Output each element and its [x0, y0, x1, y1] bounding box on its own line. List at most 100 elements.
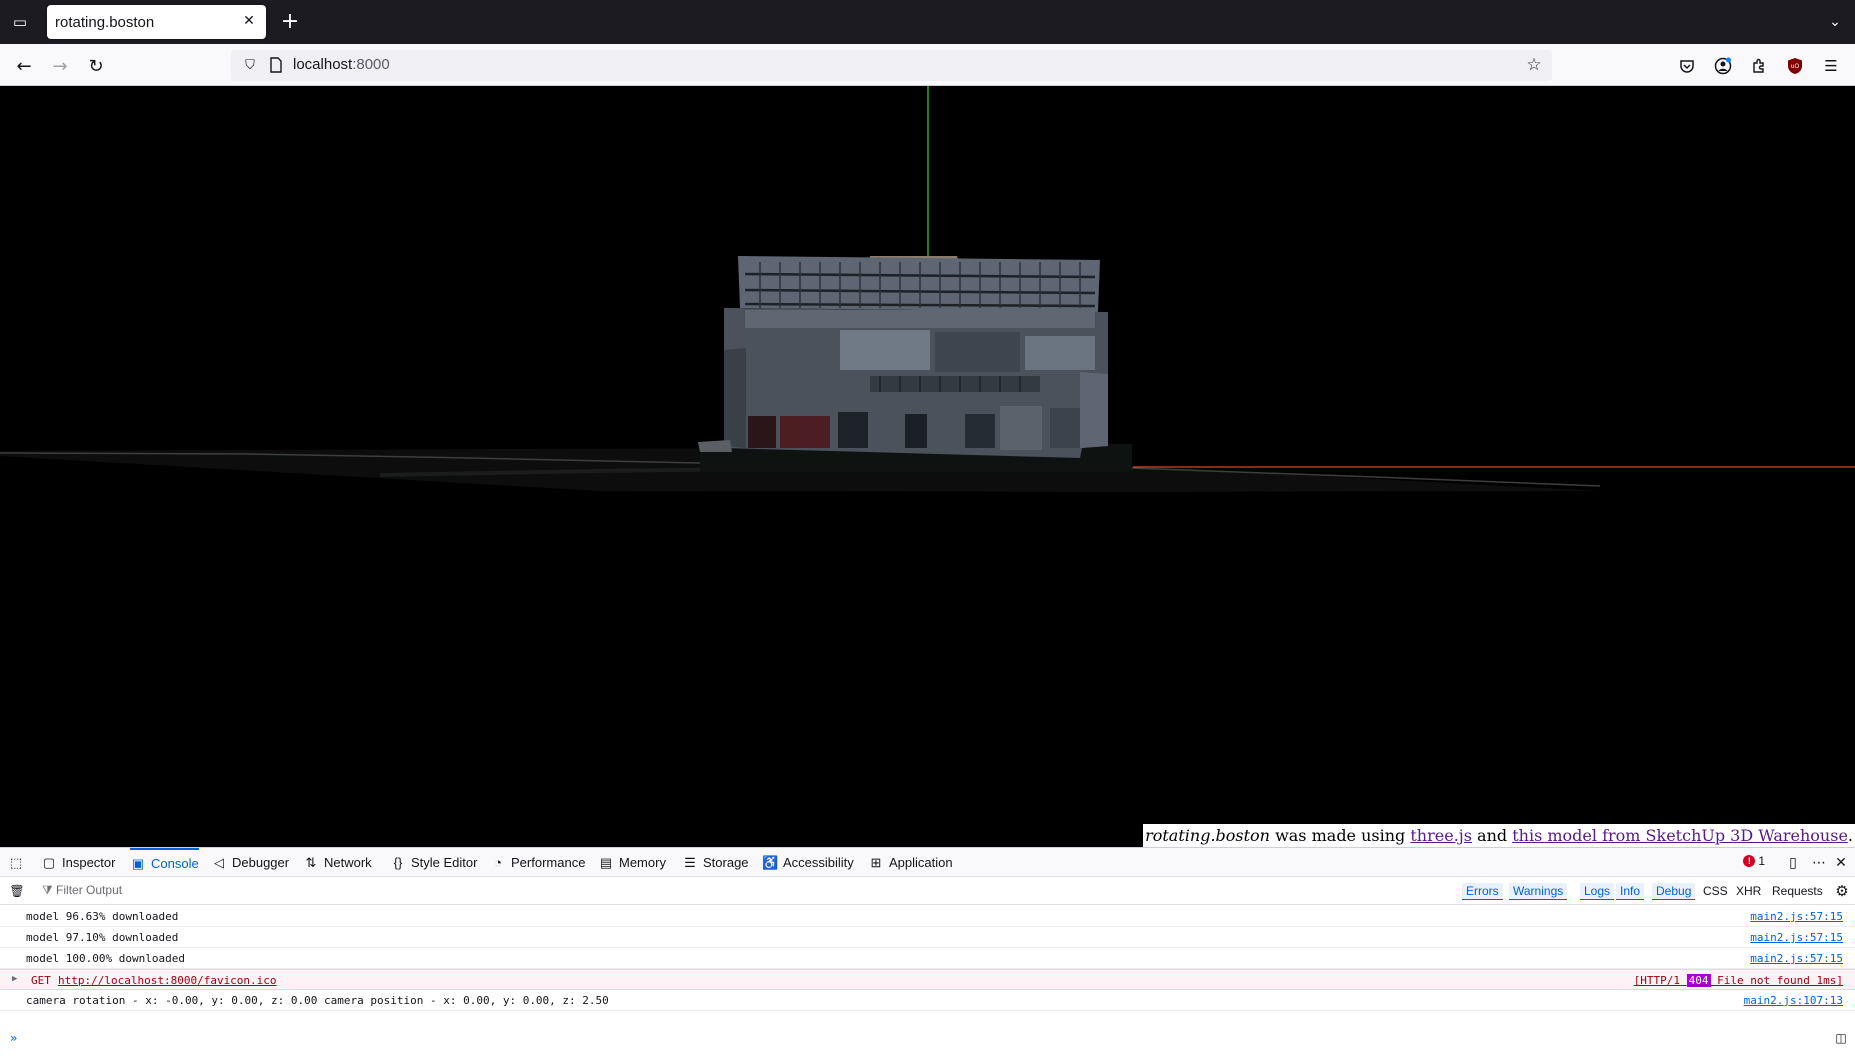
- console-input[interactable]: »: [10, 1031, 17, 1045]
- sketchup-model-link[interactable]: this model from SketchUp 3D Warehouse: [1512, 826, 1848, 845]
- message-text: model 100.00% downloaded: [26, 952, 185, 965]
- message-source-link[interactable]: main2.js:57:15: [1750, 952, 1843, 965]
- credit-text-and: and: [1471, 826, 1513, 845]
- message-text: model 96.63% downloaded: [26, 910, 179, 923]
- message-source-link[interactable]: main2.js:57:15: [1750, 910, 1843, 923]
- threejs-link[interactable]: three.js: [1410, 826, 1472, 845]
- menu-icon[interactable]: ☰: [1819, 54, 1843, 78]
- tab-label: Style Editor: [411, 855, 478, 870]
- firefox-view-icon[interactable]: ▭: [8, 10, 32, 34]
- reload-icon[interactable]: ↻: [83, 53, 109, 79]
- navigation-toolbar: ← → ↻ ⛉ localhost:8000 ☆ uO ☰: [0, 44, 1855, 86]
- inspector-icon: ▢: [42, 854, 56, 870]
- tab-label: Memory: [619, 855, 666, 870]
- tab-label: Performance: [511, 855, 586, 870]
- list-all-tabs-icon[interactable]: ⌄: [1825, 12, 1845, 32]
- filter-warnings[interactable]: Warnings: [1509, 883, 1568, 900]
- console-icon: ▣: [131, 855, 145, 871]
- credit-site-name: rotating.boston: [1145, 826, 1270, 845]
- console-message: model 96.63% downloaded main2.js:57:15: [0, 906, 1855, 927]
- credit-footer: rotating.boston was made using three.js …: [1143, 824, 1855, 847]
- devtools-toolbar: ⬚ ▢ Inspector ▣ Console ◁ Debugger ⇅ Network…: [0, 848, 1855, 877]
- svg-text:uO: uO: [1791, 63, 1800, 70]
- console-message: camera rotation - x: -0.00, y: 0.00, z: …: [0, 990, 1855, 1011]
- back-icon[interactable]: ←: [11, 53, 37, 79]
- tab-label: Console: [151, 856, 199, 871]
- status-prefix: [HTTP/1: [1633, 974, 1681, 987]
- tab-network[interactable]: ⇅ Network: [303, 848, 372, 877]
- page-info-icon[interactable]: [267, 56, 285, 74]
- filter-xhr[interactable]: XHR: [1736, 884, 1761, 898]
- console-message: model 100.00% downloaded main2.js:57:15: [0, 948, 1855, 969]
- tab-memory[interactable]: ▤ Memory: [598, 848, 666, 877]
- filter-errors[interactable]: Errors: [1462, 883, 1503, 900]
- url-text[interactable]: localhost:8000: [293, 56, 390, 73]
- clear-console-icon[interactable]: 🗑: [9, 883, 25, 899]
- filter-css[interactable]: CSS: [1703, 884, 1728, 898]
- storage-icon: ☰: [684, 854, 696, 870]
- credit-text: was made using: [1269, 826, 1411, 845]
- filter-requests[interactable]: Requests: [1772, 884, 1823, 898]
- more-options-icon[interactable]: ⋯: [1809, 853, 1829, 873]
- bookmark-star-icon[interactable]: ☆: [1524, 55, 1544, 75]
- filter-logs[interactable]: Logs: [1580, 883, 1615, 900]
- message-source-link[interactable]: main2.js:57:15: [1750, 931, 1843, 944]
- tab-accessibility[interactable]: ♿ Accessibility: [762, 848, 854, 877]
- tab-label: Inspector: [62, 855, 116, 870]
- pocket-icon[interactable]: [1675, 54, 1699, 78]
- tab-inspector[interactable]: ▢ Inspector: [41, 848, 116, 877]
- console-error-message[interactable]: ▶ GET http://localhost:8000/favicon.ico …: [0, 969, 1855, 990]
- request-url-link[interactable]: http://localhost:8000/favicon.ico: [58, 974, 277, 987]
- network-icon: ⇅: [305, 854, 317, 870]
- message-text: model 97.10% downloaded: [26, 931, 179, 944]
- tab-label: Network: [324, 855, 372, 870]
- tab-style-editor[interactable]: {} Style Editor: [390, 848, 478, 877]
- accessibility-icon: ♿: [762, 854, 779, 870]
- account-icon[interactable]: [1711, 54, 1735, 78]
- three-js-canvas[interactable]: rotating.boston was made using three.js …: [0, 86, 1855, 847]
- request-method: GET: [31, 974, 51, 987]
- tab-debugger[interactable]: ◁ Debugger: [211, 848, 289, 877]
- debugger-icon: ◁: [214, 854, 224, 870]
- url-bar[interactable]: ⛉ localhost:8000 ☆: [231, 50, 1552, 81]
- style-editor-icon: {}: [393, 855, 403, 870]
- application-icon: ⊞: [870, 854, 882, 870]
- city-hall-model: [698, 256, 1132, 472]
- filter-placeholder: Filter Output: [56, 883, 123, 897]
- tab-performance[interactable]: ◔ Performance: [490, 848, 585, 877]
- editor-mode-icon[interactable]: ◫: [1833, 1030, 1849, 1046]
- filter-output-input[interactable]: ⧩ Filter Output: [42, 883, 122, 898]
- message-text: camera rotation - x: -0.00, y: 0.00, z: …: [26, 994, 609, 1007]
- close-tab-icon[interactable]: ✕: [240, 12, 258, 30]
- console-filter-bar: 🗑 ⧩ Filter Output Errors Warnings Logs I…: [0, 877, 1855, 905]
- tab-application[interactable]: ⊞ Application: [868, 848, 953, 877]
- console-settings-icon[interactable]: ⚙: [1833, 882, 1851, 900]
- tracking-protection-icon[interactable]: ⛉: [241, 56, 259, 74]
- forward-icon[interactable]: →: [47, 53, 73, 79]
- close-devtools-icon[interactable]: ✕: [1831, 853, 1851, 873]
- filter-debug[interactable]: Debug: [1652, 883, 1696, 900]
- dock-options-icon[interactable]: ▯: [1783, 853, 1803, 873]
- error-icon: !: [1743, 855, 1756, 867]
- tab-storage[interactable]: ☰ Storage: [682, 848, 748, 877]
- expand-arrow-icon[interactable]: ▶: [12, 974, 17, 984]
- element-picker-icon[interactable]: ⬚: [7, 854, 25, 872]
- message-source-link[interactable]: main2.js:107:13: [1744, 994, 1843, 1007]
- error-count-badge[interactable]: ! 1: [1743, 854, 1765, 868]
- extensions-icon[interactable]: [1747, 54, 1771, 78]
- tab-rotating-boston[interactable]: rotating.boston ✕: [47, 5, 266, 39]
- status-code-badge: 404: [1686, 974, 1711, 987]
- performance-icon: ◔: [494, 855, 502, 870]
- ublock-origin-icon[interactable]: uO: [1783, 54, 1807, 78]
- memory-icon: ▤: [599, 854, 613, 870]
- new-tab-icon[interactable]: +: [278, 10, 302, 34]
- tab-console[interactable]: ▣ Console: [130, 848, 199, 877]
- tab-label: Debugger: [232, 855, 290, 870]
- filter-info[interactable]: Info: [1616, 883, 1645, 900]
- tab-label: Accessibility: [783, 855, 854, 870]
- tab-title: rotating.boston: [55, 14, 155, 31]
- scene-render: [0, 86, 1855, 492]
- tab-label: Application: [889, 855, 953, 870]
- request-status[interactable]: [HTTP/1 404 File not found 1ms]: [1634, 974, 1843, 987]
- error-count: 1: [1758, 854, 1765, 868]
